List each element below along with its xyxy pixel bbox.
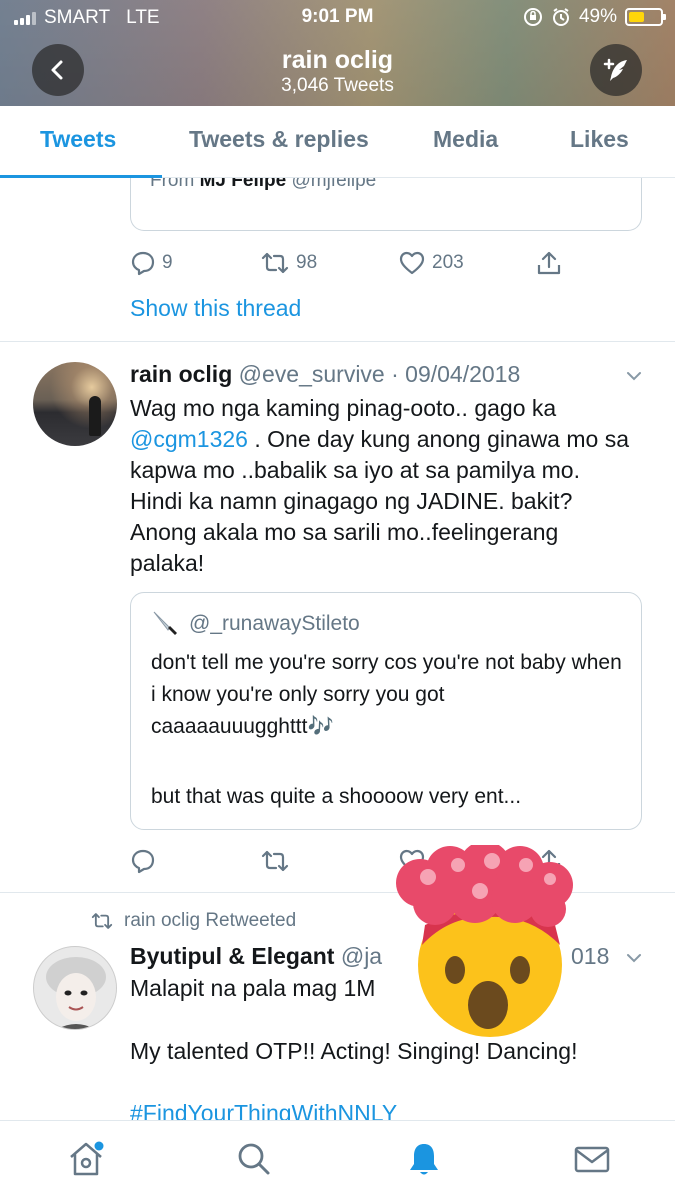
compose-tweet-button[interactable]	[590, 44, 642, 96]
tweet-text-start: Wag mo nga kaming pinag-ooto.. gago ka	[130, 395, 557, 421]
like-button[interactable]: 203	[398, 250, 464, 276]
battery-percent: 49%	[578, 6, 617, 27]
author-handle[interactable]: @ja	[341, 943, 382, 969]
bottom-navigation	[0, 1120, 675, 1200]
reply-button[interactable]: 9	[130, 250, 173, 276]
avatar[interactable]	[33, 946, 117, 1030]
tab-tweets[interactable]: Tweets	[40, 126, 116, 153]
quoted-tweet-card[interactable]: @_runawayStileto don't tell me you're so…	[130, 592, 642, 830]
reply-icon	[131, 251, 155, 276]
exploding-head-emoji	[396, 845, 573, 1037]
hashtag-link[interactable]: #FindYourThingWithNNLY	[130, 1098, 630, 1120]
retweeted-label[interactable]: rain oclig Retweeted	[124, 910, 296, 932]
retweet-icon	[261, 850, 289, 872]
search-icon	[238, 1143, 270, 1175]
author-handle-date[interactable]: @eve_survive · 09/04/2018	[239, 361, 521, 387]
quoted-text: don't tell me you're sorry cos you're no…	[151, 651, 622, 738]
tweet-count: 3,046 Tweets	[281, 75, 394, 96]
avatar-portrait	[34, 947, 116, 1029]
mention-link[interactable]: @cgm1326	[130, 426, 248, 452]
profile-tabs: Tweets Tweets & replies Media Likes	[0, 106, 675, 178]
reply-button[interactable]	[130, 848, 156, 874]
nav-messages[interactable]	[572, 1139, 612, 1179]
from-handle: @mjfelipe	[291, 178, 377, 191]
chevron-down-icon[interactable]	[624, 366, 644, 386]
tweet-header: rain oclig @eve_survive · 09/04/2018	[130, 361, 520, 388]
quoted-text-continued: but that was quite a shoooow very ent...	[151, 785, 522, 808]
from-prefix: From	[150, 178, 195, 191]
show-thread-link[interactable]: Show this thread	[130, 295, 301, 322]
status-right: 49%	[523, 6, 666, 28]
tab-likes[interactable]: Likes	[570, 126, 629, 153]
from-name: MJ Felipe	[199, 178, 287, 191]
quoted-tweet-card[interactable]: From MJ Felipe @mjfelipe	[130, 178, 642, 231]
orientation-lock-icon	[523, 8, 542, 26]
quote-attribution: From MJ Felipe @mjfelipe	[150, 178, 376, 192]
tweet-divider	[0, 341, 675, 342]
share-button[interactable]	[536, 250, 562, 276]
reply-icon	[131, 849, 155, 874]
reply-count: 9	[162, 252, 173, 273]
compose-feather-icon	[603, 58, 627, 81]
tweet-header: Byutipul & Elegant @ja	[130, 943, 382, 970]
tab-media[interactable]: Media	[433, 126, 498, 153]
alarm-icon	[552, 8, 569, 26]
retweeted-indicator: rain oclig Retweeted	[90, 910, 296, 932]
retweet-icon	[261, 252, 289, 274]
profile-header: SMART LTE 9:01 PM 49% rain oclig 3,046 T…	[0, 0, 675, 106]
quoted-handle: @_runawayStileto	[189, 612, 360, 635]
mail-icon	[574, 1146, 610, 1173]
chevron-down-icon[interactable]	[624, 948, 644, 968]
knife-icon	[153, 611, 177, 635]
retweet-icon	[91, 913, 113, 929]
nav-home[interactable]	[66, 1139, 106, 1179]
share-icon	[537, 251, 561, 275]
battery-icon	[625, 8, 666, 26]
quoted-user: @_runawayStileto	[151, 609, 360, 639]
nav-search[interactable]	[234, 1139, 274, 1179]
like-count: 203	[432, 252, 464, 273]
home-icon	[70, 1141, 104, 1176]
tweet-body: Wag mo nga kaming pinag-ooto.. gago ka @…	[130, 393, 630, 579]
bell-icon	[410, 1144, 438, 1175]
heart-icon	[399, 251, 425, 275]
author-name[interactable]: Byutipul & Elegant	[130, 943, 334, 969]
tab-tweets-and-replies[interactable]: Tweets & replies	[189, 126, 369, 153]
author-name[interactable]: rain oclig	[130, 361, 232, 387]
retweet-button[interactable]	[260, 848, 290, 874]
nav-notifications[interactable]	[404, 1139, 444, 1179]
tweet-line-2: My talented OTP!! Acting! Singing! Danci…	[130, 1038, 578, 1064]
retweet-count: 98	[296, 252, 318, 273]
status-bar: SMART LTE 9:01 PM 49%	[0, 0, 675, 34]
profile-name: rain oclig	[281, 46, 394, 74]
avatar[interactable]	[33, 362, 117, 446]
retweet-button[interactable]: 98	[260, 250, 317, 276]
tweet-feed[interactable]: From MJ Felipe @mjfelipe 9 98 203 Show t…	[0, 178, 675, 1120]
